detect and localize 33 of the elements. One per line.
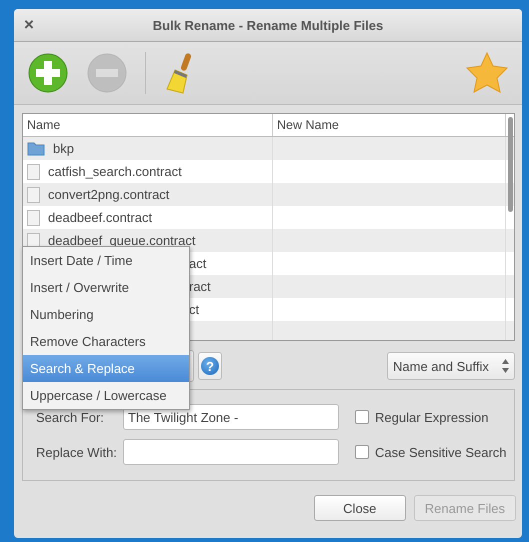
checkbox[interactable] (355, 410, 369, 424)
menu-item[interactable]: Numbering (23, 301, 189, 328)
field-label: Search For: (35, 408, 105, 426)
add-icon[interactable] (27, 52, 69, 94)
star-icon[interactable] (464, 51, 510, 95)
checkbox-label[interactable]: Case Sensitive Search (375, 444, 507, 460)
column-header[interactable]: Name (23, 114, 273, 136)
close-icon[interactable]: × (24, 15, 34, 35)
menu-item[interactable]: Remove Characters (23, 328, 189, 355)
file-name: act (189, 256, 206, 271)
file-icon (27, 164, 40, 180)
file-name: ract (189, 279, 211, 294)
input-field[interactable] (123, 439, 339, 465)
name-part-select[interactable]: Name and Suffix (387, 352, 515, 380)
window-title: Bulk Rename - Rename Multiple Files (152, 18, 384, 32)
menu-item[interactable]: Insert / Overwrite (23, 274, 189, 301)
file-name: bkp (53, 141, 74, 156)
checkbox-label[interactable]: Regular Expression (375, 410, 488, 424)
file-name: deadbeef_queue.contract (48, 233, 196, 248)
up-down-arrows-icon (502, 359, 509, 373)
dialog-button[interactable]: Close (314, 495, 406, 521)
menu-item[interactable]: Insert Date / Time (23, 247, 189, 274)
file-icon (27, 210, 40, 226)
field-label: Replace With: (35, 444, 118, 462)
file-icon (27, 186, 40, 202)
file-name: catfish_search.contract (48, 164, 182, 179)
file-name: deadbeef.contract (48, 210, 152, 225)
file-name: convert2png.contract (48, 187, 170, 202)
column-header[interactable]: New Name (273, 114, 506, 136)
checkbox[interactable] (355, 445, 369, 459)
folder-icon (27, 142, 45, 156)
scrollbar-thumb[interactable] (508, 117, 513, 212)
input-field[interactable]: The Twilight Zone - (123, 404, 339, 430)
